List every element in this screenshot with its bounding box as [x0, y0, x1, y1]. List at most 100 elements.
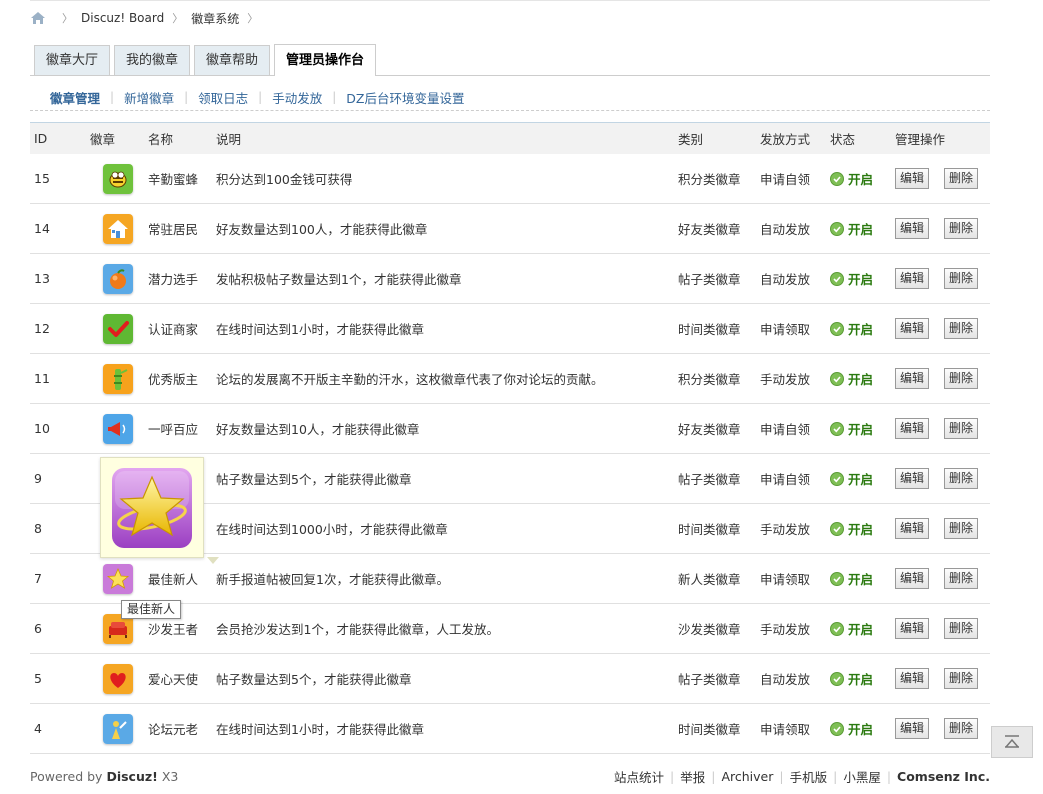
heart-icon[interactable] — [103, 663, 133, 694]
bamboo-icon[interactable] — [103, 363, 133, 394]
delete-button[interactable]: 删除 — [944, 718, 979, 739]
enabled-check-icon — [830, 721, 844, 736]
state-label[interactable]: 开启 — [848, 719, 873, 738]
star-icon[interactable] — [103, 563, 133, 594]
edit-button[interactable]: 编辑 — [895, 668, 930, 689]
edit-button[interactable]: 编辑 — [895, 618, 930, 639]
row-mode: 自动发放 — [760, 272, 811, 287]
footer-link-blackroom[interactable]: 小黑屋 — [843, 767, 881, 786]
edit-button[interactable]: 编辑 — [895, 168, 930, 189]
edit-button[interactable]: 编辑 — [895, 568, 930, 589]
state-label[interactable]: 开启 — [848, 569, 873, 588]
state-label[interactable]: 开启 — [848, 269, 873, 288]
delete-button[interactable]: 删除 — [944, 318, 979, 339]
subnav-divider: | — [110, 90, 115, 104]
row-type: 时间类徽章 — [678, 322, 741, 337]
state-label[interactable]: 开启 — [848, 669, 873, 688]
footer-company-link[interactable]: Comsenz Inc. — [897, 769, 990, 784]
delete-button[interactable]: 删除 — [944, 668, 979, 689]
row-type: 时间类徽章 — [678, 722, 741, 737]
row-state: 开启 — [830, 169, 895, 188]
enabled-check-icon — [830, 671, 844, 686]
row-name: 优秀版主 — [148, 372, 199, 387]
tab-badge-help[interactable]: 徽章帮助 — [194, 45, 271, 75]
edit-button[interactable]: 编辑 — [895, 518, 930, 539]
footer-divider: | — [779, 768, 784, 784]
row-mode: 自动发放 — [760, 672, 811, 687]
bee-icon[interactable] — [103, 163, 133, 194]
delete-button[interactable]: 删除 — [944, 218, 979, 239]
state-label[interactable]: 开启 — [848, 469, 873, 488]
row-ops: 编辑 删除 — [895, 568, 990, 589]
check-icon[interactable] — [103, 313, 133, 344]
row-type: 帖子类徽章 — [678, 472, 741, 487]
footer-divider: | — [886, 768, 892, 784]
row-badge — [88, 413, 148, 444]
delete-button[interactable]: 删除 — [944, 418, 979, 439]
footer-link-report[interactable]: 举报 — [680, 767, 705, 786]
row-id: 7 — [34, 571, 42, 586]
delete-button[interactable]: 删除 — [944, 368, 979, 389]
state-label[interactable]: 开启 — [848, 319, 873, 338]
row-badge — [88, 363, 148, 394]
edit-button[interactable]: 编辑 — [895, 318, 930, 339]
delete-button[interactable]: 删除 — [944, 468, 979, 489]
delete-button[interactable]: 删除 — [944, 618, 979, 639]
fruit-icon[interactable] — [103, 263, 133, 294]
subnav-claim-log[interactable]: 领取日志 — [198, 88, 248, 107]
footer-link-archiver[interactable]: Archiver — [721, 769, 773, 784]
arrow-up-icon — [1005, 735, 1019, 748]
breadcrumb-section-link[interactable]: 徽章系统 — [191, 10, 239, 27]
state-label[interactable]: 开启 — [848, 519, 873, 538]
megaphone-icon[interactable] — [103, 413, 133, 444]
breadcrumb-separator: 〉 — [247, 12, 259, 25]
delete-button[interactable]: 删除 — [944, 168, 979, 189]
enabled-check-icon — [830, 221, 844, 236]
enabled-check-icon — [830, 571, 844, 586]
house-icon[interactable] — [103, 213, 133, 244]
state-label[interactable]: 开启 — [848, 369, 873, 388]
tab-badge-hall[interactable]: 徽章大厅 — [34, 45, 111, 75]
row-ops: 编辑 删除 — [895, 268, 990, 289]
state-label[interactable]: 开启 — [848, 169, 873, 188]
enabled-check-icon — [830, 271, 844, 286]
footer-link-mobile[interactable]: 手机版 — [790, 767, 828, 786]
subnav-env-settings[interactable]: DZ后台环境变量设置 — [346, 88, 464, 107]
veteran-icon[interactable] — [103, 713, 133, 744]
delete-button[interactable]: 删除 — [944, 568, 979, 589]
footer-divider: | — [711, 768, 716, 784]
breadcrumb-board-link[interactable]: Discuz! Board — [81, 11, 164, 25]
subnav-add-badge[interactable]: 新增徽章 — [124, 88, 174, 107]
enabled-check-icon — [830, 421, 844, 436]
edit-button[interactable]: 编辑 — [895, 268, 930, 289]
state-label[interactable]: 开启 — [848, 619, 873, 638]
row-desc: 在线时间达到1小时，才能获得此徽章 — [216, 722, 424, 737]
edit-button[interactable]: 编辑 — [895, 718, 930, 739]
back-to-top-button[interactable] — [991, 726, 1033, 758]
footer-link-stats[interactable]: 站点统计 — [614, 767, 664, 786]
state-label[interactable]: 开启 — [848, 219, 873, 238]
tab-my-badges[interactable]: 我的徽章 — [114, 45, 191, 75]
delete-button[interactable]: 删除 — [944, 518, 979, 539]
edit-button[interactable]: 编辑 — [895, 218, 930, 239]
powered-brand-link[interactable]: Discuz! — [106, 769, 157, 784]
row-ops: 编辑 删除 — [895, 668, 990, 689]
row-badge — [88, 713, 148, 744]
row-name: 常驻居民 — [148, 222, 199, 237]
home-icon[interactable] — [30, 11, 46, 25]
row-type: 时间类徽章 — [678, 522, 741, 537]
delete-button[interactable]: 删除 — [944, 268, 979, 289]
subnav-badge-manage[interactable]: 徽章管理 — [50, 88, 100, 107]
edit-button[interactable]: 编辑 — [895, 468, 930, 489]
state-label[interactable]: 开启 — [848, 419, 873, 438]
tab-admin-console[interactable]: 管理员操作台 — [274, 44, 377, 76]
row-ops: 编辑 删除 — [895, 418, 990, 439]
subnav-manual-issue[interactable]: 手动发放 — [272, 88, 322, 107]
row-mode: 手动发放 — [760, 622, 811, 637]
powered-version: X3 — [161, 768, 179, 784]
edit-button[interactable]: 编辑 — [895, 418, 930, 439]
breadcrumb-separator: 〉 — [62, 12, 73, 25]
edit-button[interactable]: 编辑 — [895, 368, 930, 389]
subnav-divider: | — [258, 90, 263, 104]
row-state: 开启 — [830, 219, 895, 238]
